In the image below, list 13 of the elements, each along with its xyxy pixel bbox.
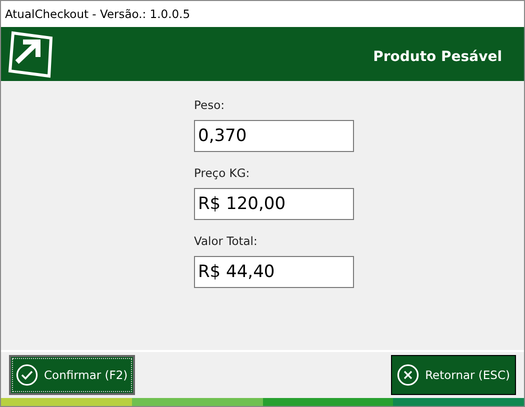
input-field[interactable]: 0,370 (194, 120, 354, 152)
window-title: AtualCheckout - Versão.: 1.0.0.5 (5, 7, 190, 21)
confirm-button[interactable]: Confirmar (F2) (9, 355, 135, 395)
logo-icon (7, 30, 55, 78)
header-title: Produto Pesável (373, 49, 502, 65)
check-circle-icon (16, 364, 38, 386)
input-field[interactable]: R$ 44,40 (194, 256, 354, 288)
input-field[interactable]: R$ 120,00 (194, 188, 354, 220)
field-label: Preço KG: (194, 166, 251, 182)
field-label: Valor Total: (194, 234, 258, 250)
close-circle-icon (397, 364, 420, 386)
field-label: Peso: (194, 98, 226, 114)
return-button[interactable]: Retornar (ESC) (391, 355, 516, 395)
